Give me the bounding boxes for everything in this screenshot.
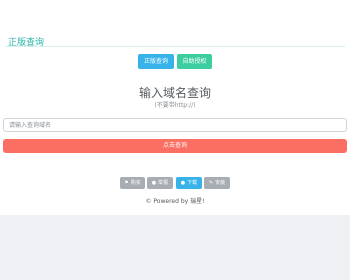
auto-authorize-button[interactable]: 自助授权 xyxy=(177,54,212,69)
footer-button-group: ⚑ 购买 ● 举报 ● 下载 ✎ 安装 xyxy=(0,177,350,189)
cart-icon: ⚑ xyxy=(124,180,129,186)
download-button[interactable]: ● 下载 xyxy=(176,177,202,189)
install-button[interactable]: ✎ 安装 xyxy=(204,177,230,189)
header-divider xyxy=(5,46,345,47)
domain-input[interactable] xyxy=(3,118,347,132)
buy-button[interactable]: ⚑ 购买 xyxy=(120,177,145,189)
buy-label: 购买 xyxy=(130,180,141,186)
query-heading: 输入域名查询 xyxy=(138,86,211,100)
genuine-query-button[interactable]: 正版查询 xyxy=(138,54,174,69)
download-label: 下载 xyxy=(187,180,198,186)
content-card: 正版查询 正版查询 自助授权 输入域名查询 (不要带http://) 点击查询 … xyxy=(0,0,350,215)
report-icon: ● xyxy=(151,180,157,186)
install-label: 安装 xyxy=(215,180,226,186)
report-label: 举报 xyxy=(158,180,169,186)
submit-query-button[interactable]: 点击查询 xyxy=(3,139,347,153)
user-icon: ● xyxy=(180,180,186,186)
report-button[interactable]: ● 举报 xyxy=(147,177,173,189)
wrench-icon: ✎ xyxy=(208,180,214,186)
query-subheading: (不要带http://) xyxy=(154,102,196,109)
powered-by-text: © Powered by 瑞星! xyxy=(145,198,205,205)
